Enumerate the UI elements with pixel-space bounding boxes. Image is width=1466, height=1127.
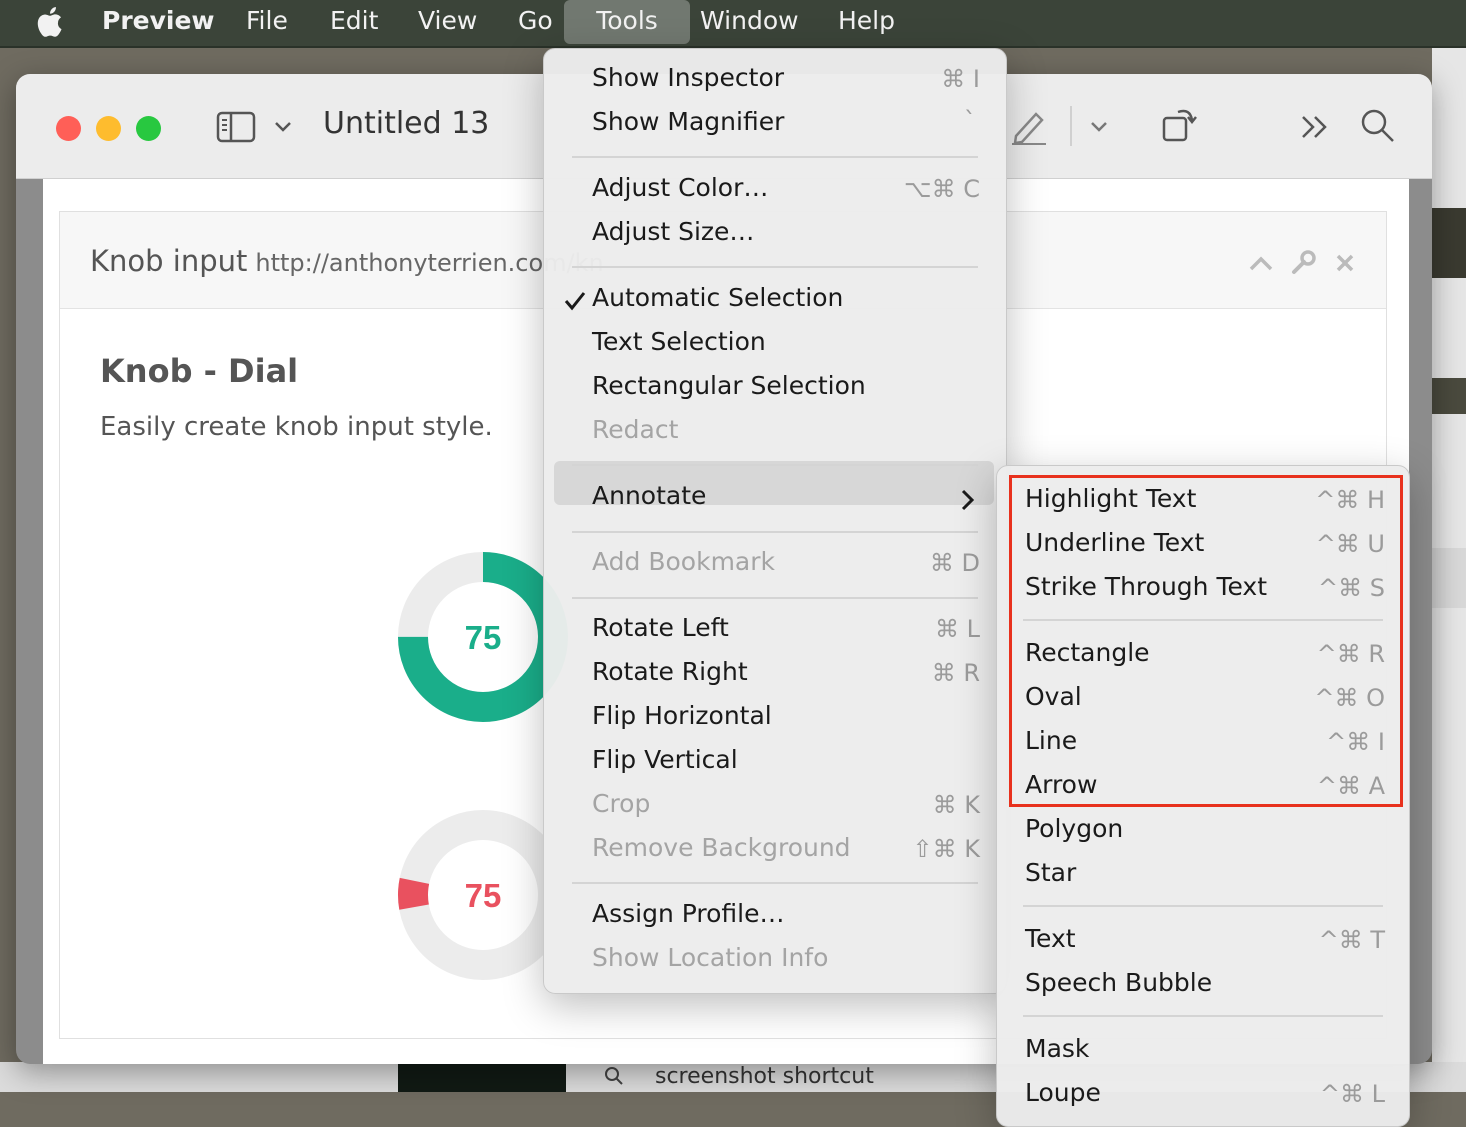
menubar-tools[interactable]: Tools [564,0,690,44]
menu-separator [572,464,978,466]
menu-item-remove-background: Remove Background [592,833,851,862]
menu-item-adjust-color[interactable]: Adjust Color… [592,173,768,213]
menu-item-speech-bubble[interactable]: Speech Bubble [1025,968,1212,1008]
panel-title: Knob input http://anthonyterrien.com/kn [90,244,604,278]
menu-item-show-inspector[interactable]: Show Inspector [592,63,784,103]
tools-menu: Show Inspector ⌘ I Show Magnifier ` Adju… [543,48,1007,994]
menu-separator [1023,905,1383,907]
shortcut-loupe: ^⌘ L [1319,1080,1385,1108]
menu-item-mask[interactable]: Mask [1025,1034,1089,1074]
zoom-window-button[interactable] [136,116,161,141]
menubar-edit[interactable]: Edit [330,0,378,44]
close-window-button[interactable] [56,116,81,141]
menu-item-polygon[interactable]: Polygon [1025,814,1123,854]
menubar-file[interactable]: File [246,0,288,44]
menu-item-crop: Crop [592,789,651,818]
menu-item-show-magnifier[interactable]: Show Magnifier [592,107,784,147]
window-title: Untitled 13 [323,106,490,141]
menu-item-adjust-size[interactable]: Adjust Size… [592,217,754,257]
shortcut-add-bookmark: ⌘ D [929,549,980,577]
toolbar-divider [1070,106,1072,146]
menu-item-star[interactable]: Star [1025,858,1076,898]
menu-item-text[interactable]: Text [1025,924,1076,964]
shortcut-show-inspector: ⌘ I [941,65,980,93]
search-icon [605,1067,623,1085]
menu-item-flip-vertical[interactable]: Flip Vertical [592,745,738,785]
sidebar-toggle-icon[interactable] [216,110,258,144]
menu-item-assign-profile[interactable]: Assign Profile… [592,899,785,939]
minimize-window-button[interactable] [96,116,121,141]
background-thumbnail [398,1062,566,1092]
section-heading: Knob - Dial [100,352,299,390]
wrench-icon[interactable] [1290,250,1316,276]
markup-pencil-icon[interactable] [1010,106,1048,146]
menubar-view[interactable]: View [418,0,477,44]
menubar-go[interactable]: Go [518,0,553,44]
checkmark-icon [564,292,586,311]
menubar-help[interactable]: Help [838,0,895,44]
chevron-down-icon[interactable] [274,120,292,134]
menu-separator [572,266,978,268]
menu-item-annotate[interactable]: Annotate [592,481,706,521]
menu-item-rectangular-selection[interactable]: Rectangular Selection [592,371,866,411]
menu-item-redact: Redact [592,415,679,444]
shortcut-rotate-right: ⌘ R [931,659,980,687]
shortcut-text: ^⌘ T [1318,926,1385,954]
menu-item-rotate-right[interactable]: Rotate Right [592,657,748,697]
shortcut-remove-background: ⇧⌘ K [912,835,980,863]
highlight-annotation-box [1009,475,1403,807]
shortcut-show-magnifier: ` [964,107,976,135]
background-window-edge [1432,48,1466,1092]
rotate-icon[interactable] [1160,102,1200,146]
menubar-app-name[interactable]: Preview [102,0,215,44]
menu-item-text-selection[interactable]: Text Selection [592,327,766,367]
menu-item-show-location-info: Show Location Info [592,943,829,972]
shortcut-crop: ⌘ K [932,791,980,819]
knob-value-label: 75 [465,619,502,656]
panel-title-text: Knob input [90,244,248,278]
more-tools-icon[interactable] [1300,114,1330,140]
menu-bar: Preview File Edit View Go Tools Window H… [0,0,1466,48]
menu-separator [1023,1015,1383,1017]
apple-logo-icon[interactable] [34,5,64,39]
shortcut-adjust-color: ⌥⌘ C [903,175,980,203]
menu-separator [572,597,978,599]
menu-item-add-bookmark: Add Bookmark [592,547,775,576]
knob-value-label: 75 [465,877,502,914]
menu-item-loupe[interactable]: Loupe [1025,1078,1101,1118]
menu-item-rotate-left[interactable]: Rotate Left [592,613,729,653]
background-search-result[interactable]: screenshot shortcut [655,1064,874,1089]
search-icon[interactable] [1360,108,1396,144]
chevron-down-icon[interactable] [1090,120,1108,134]
menubar-window[interactable]: Window [700,0,799,44]
chevron-right-icon [961,489,975,511]
close-icon[interactable] [1334,252,1356,274]
menu-separator [572,882,978,884]
menu-item-automatic-selection[interactable]: Automatic Selection [592,283,843,323]
menu-item-flip-horizontal[interactable]: Flip Horizontal [592,701,772,741]
menu-separator [572,156,978,158]
collapse-chevron-icon[interactable] [1248,254,1274,272]
shortcut-rotate-left: ⌘ L [935,615,980,643]
menu-separator [572,531,978,533]
section-description: Easily create knob input style. [100,412,493,442]
